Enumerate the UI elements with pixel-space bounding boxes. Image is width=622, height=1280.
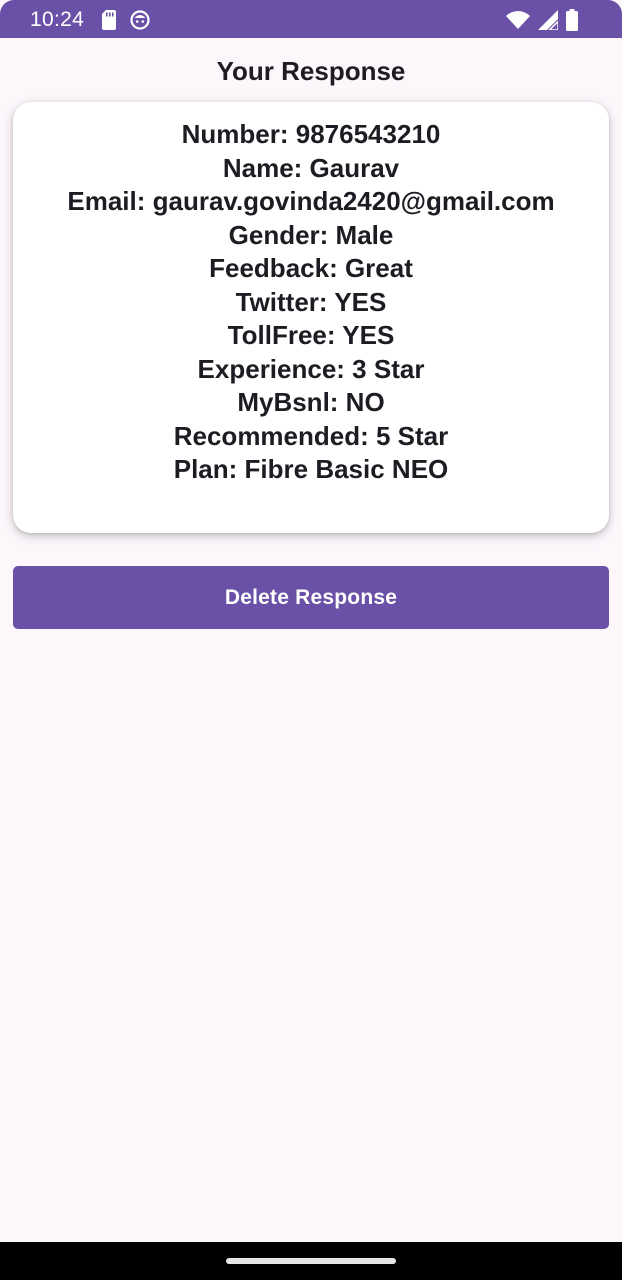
response-plan: Plan: Fibre Basic NEO [173, 454, 449, 484]
sd-card-icon [102, 10, 116, 30]
battery-icon [566, 9, 578, 31]
response-mybsnl: MyBsnl: NO [237, 387, 385, 417]
response-list: Number: 9876543210 Name: Gaurav Email: g… [13, 118, 609, 487]
response-name: Name: Gaurav [222, 152, 400, 183]
response-number: Number: 9876543210 [181, 119, 441, 149]
response-gender: Gender: Male [228, 219, 394, 250]
navigation-bar [0, 1242, 622, 1280]
response-recommended: Recommended: 5 Star [173, 420, 449, 451]
delete-response-button[interactable]: Delete Response [13, 566, 609, 629]
home-indicator[interactable] [226, 1258, 396, 1264]
response-email: Email: gaurav.govinda2420@gmail.com [67, 186, 555, 216]
status-icons-left [102, 9, 150, 31]
response-tollfree: TollFree: YES [227, 320, 395, 350]
wifi-icon [506, 11, 530, 29]
status-time: 10:24 [30, 8, 85, 31]
page-title: Your Response [216, 56, 406, 86]
response-card: Number: 9876543210 Name: Gaurav Email: g… [13, 102, 609, 533]
response-twitter: Twitter: YES [235, 286, 387, 317]
status-icons-right [506, 9, 578, 31]
cellular-signal-icon [538, 10, 558, 30]
response-experience: Experience: 3 Star [197, 353, 425, 384]
cat-face-icon [130, 10, 150, 30]
response-feedback: Feedback: Great [209, 253, 413, 283]
status-bar: 10:24 [0, 0, 622, 38]
